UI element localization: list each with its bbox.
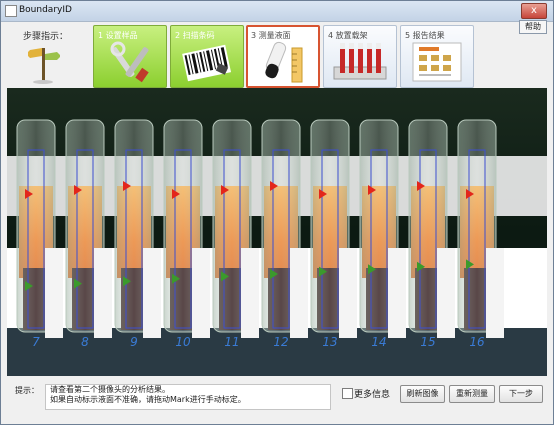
step-place-rack[interactable]: 4 放置载架 [323, 25, 397, 88]
camera-image: 7 8 9 10 11 12 13 14 15 16 [7, 88, 547, 376]
tube-number: 16 [469, 335, 485, 349]
remeasure-button[interactable]: 重新测量 [449, 385, 495, 403]
signpost-icon [28, 48, 60, 84]
close-button[interactable]: x [521, 3, 547, 19]
more-info-checkbox[interactable] [342, 388, 353, 399]
tube-number: 13 [322, 335, 337, 349]
rack-divider [437, 248, 455, 338]
bottom-panel: 提示： 请查看第二个摄像头的分析结果。 如果自动标示液面不准确，请拖动Mark进… [1, 379, 553, 424]
app-icon [5, 5, 17, 17]
hint-line-2: 如果自动标示液面不准确，请拖动Mark进行手动标定。 [50, 395, 246, 404]
rack-divider [486, 248, 504, 338]
tube-number: 10 [175, 335, 191, 349]
tube-number: 7 [32, 335, 40, 349]
app-window: BoundaryID x 帮助 步骤指示： 1 设置样品 2 扫描条码 3 测量… [0, 0, 554, 425]
rack-divider [192, 248, 210, 338]
rack-divider [143, 248, 161, 338]
tube-number: 9 [130, 335, 138, 349]
title-bar: BoundaryID x [1, 1, 553, 22]
tools-icon [110, 41, 149, 83]
rack-divider [45, 248, 63, 338]
step-scan-barcode[interactable]: 2 扫描条码 [170, 25, 244, 88]
rack-divider [94, 248, 112, 338]
refresh-image-button[interactable]: 刷新图像 [400, 385, 445, 403]
hint-textbox: 请查看第二个摄像头的分析结果。 如果自动标示液面不准确，请拖动Mark进行手动标… [45, 384, 331, 410]
window-title: BoundaryID [19, 5, 72, 15]
tube-number: 14 [371, 335, 386, 349]
step-measure-level[interactable]: 3 测量液面 [246, 25, 320, 88]
test-tube-icon [265, 41, 303, 83]
tube-number: 11 [224, 335, 239, 349]
barcode-icon [182, 44, 232, 82]
hint-label: 提示： [15, 386, 39, 395]
step-report-results[interactable]: 5 报告结果 [400, 25, 474, 88]
tube-number: 15 [420, 335, 435, 349]
rack-divider [339, 248, 357, 338]
tube-number: 12 [273, 335, 288, 349]
more-info-label[interactable]: 更多信息 [354, 387, 390, 400]
hint-line-1: 请查看第二个摄像头的分析结果。 [50, 385, 170, 394]
rack-divider [241, 248, 259, 338]
step-setup-sample[interactable]: 1 设置样品 [93, 25, 167, 88]
rack-divider [290, 248, 308, 338]
next-step-button[interactable]: 下一步 [499, 385, 543, 403]
rack-divider [388, 248, 406, 338]
tube-number: 8 [81, 335, 89, 349]
rack-icon [333, 43, 387, 80]
help-button[interactable]: 帮助 [519, 20, 547, 34]
steps-label: 步骤指示： [23, 32, 69, 42]
report-icon [412, 42, 462, 82]
